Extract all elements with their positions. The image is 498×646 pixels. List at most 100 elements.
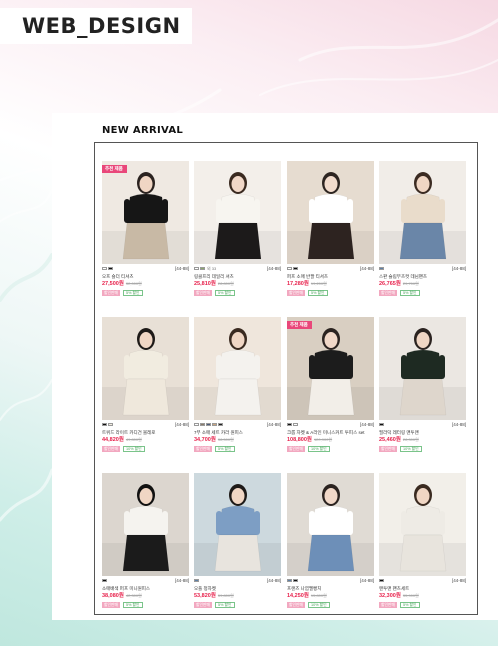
- product-card[interactable]: [44-88] 필라덕 레터링 맨투맨 25,460원 28,300원 할인판매 10% …: [379, 317, 466, 452]
- product-photo[interactable]: 추천 제품: [102, 161, 189, 264]
- sale-price: 53,820원: [194, 593, 216, 599]
- color-swatch[interactable]: [108, 267, 113, 270]
- color-swatch[interactable]: [194, 423, 199, 426]
- product-meta: [44-88]: [287, 577, 374, 586]
- discount-tag: 10% 할인: [399, 446, 422, 452]
- color-swatch[interactable]: [287, 423, 292, 426]
- color-swatch[interactable]: [293, 579, 298, 582]
- sale-price: 34,700원: [194, 437, 216, 443]
- sale-tag: 할인판매: [287, 446, 305, 452]
- color-swatch[interactable]: [200, 423, 205, 426]
- size-range: [44-88]: [451, 422, 466, 427]
- content-panel: NEW ARRIVAL 추천 제품 [44-88] 오프 숄더 티셔츠 27,500원…: [52, 113, 498, 620]
- color-swatches: [379, 267, 384, 270]
- product-image[interactable]: [379, 317, 466, 420]
- recommend-badge: 추천 제품: [287, 321, 312, 329]
- sale-tag: 할인판매: [379, 290, 397, 296]
- product-photo[interactable]: [102, 317, 189, 420]
- product-card[interactable]: [44-88] 트위드 라이트 카디건 볼레로 44,820원 49,800원 할인판매…: [102, 317, 189, 452]
- product-card[interactable]: [44-88] 스판 슬림부츠컷 데님팬츠 26,765원 29,700원 할인판매 5%…: [379, 161, 466, 296]
- discount-tag: 5% 할인: [214, 290, 235, 296]
- product-photo[interactable]: [379, 317, 466, 420]
- product-tags: 할인판매 5% 할인: [194, 602, 281, 608]
- product-tags: 할인판매 5% 할인: [379, 290, 466, 296]
- product-image[interactable]: [379, 473, 466, 576]
- product-image[interactable]: [287, 473, 374, 576]
- product-image[interactable]: [194, 317, 281, 420]
- color-swatch[interactable]: [379, 579, 384, 582]
- color-swatches: [379, 579, 384, 582]
- color-swatch[interactable]: [379, 267, 384, 270]
- product-photo[interactable]: [194, 473, 281, 576]
- color-swatch[interactable]: [287, 267, 292, 270]
- product-image[interactable]: [102, 317, 189, 420]
- product-tags: 할인판매 5% 할인: [102, 290, 189, 296]
- color-swatch[interactable]: [102, 423, 107, 426]
- color-swatch[interactable]: [218, 423, 223, 426]
- color-swatch[interactable]: [200, 267, 205, 270]
- color-swatches: 외 33: [194, 267, 216, 271]
- size-range: [44-88]: [174, 578, 189, 583]
- product-photo[interactable]: [287, 473, 374, 576]
- color-swatches: [102, 579, 107, 582]
- product-image[interactable]: [194, 473, 281, 576]
- product-photo[interactable]: [287, 161, 374, 264]
- product-image[interactable]: [379, 161, 466, 264]
- discount-tag: 5% 할인: [399, 602, 420, 608]
- product-card[interactable]: [44-88] 오플 청자켓 53,820원 59,800원 할인판매 5% 할인: [194, 473, 281, 608]
- sale-tag: 할인판매: [194, 602, 212, 608]
- discount-tag: 10% 할인: [307, 446, 330, 452]
- product-tags: 할인판매 5% 할인: [194, 290, 281, 296]
- product-image[interactable]: [287, 317, 374, 420]
- product-card[interactable]: [44-88] 소매배색 퍼프 미니원피스 38,080원 42,300원 할인판매 5%…: [102, 473, 189, 608]
- product-tags: 할인판매 10% 할인: [102, 446, 189, 452]
- product-photo[interactable]: [379, 161, 466, 264]
- product-card[interactable]: 외 33 [44-88] 링클프리 데일리 셔츠 25,810원 28,800원 할인판매…: [194, 161, 281, 296]
- product-card[interactable]: 추천 제품 [44-88] 크롭 자켓 & A라인 미니스커트 투피스 set 108…: [287, 317, 374, 452]
- product-photo[interactable]: [102, 473, 189, 576]
- product-card[interactable]: 추천 제품 [44-88] 오프 숄더 티셔츠 27,500원 32,000원 할인판매 5…: [102, 161, 189, 296]
- product-tags: 할인판매 5% 할인: [287, 290, 374, 296]
- size-range: [44-88]: [266, 266, 281, 271]
- product-image[interactable]: [287, 161, 374, 264]
- discount-tag: 5% 할인: [399, 290, 420, 296]
- product-tags: 할인판매 5% 할인: [102, 602, 189, 608]
- product-card[interactable]: [44-88] 프랜즈 나염멜빵치 14,250원 15,800원 할인판매 10% 할인: [287, 473, 374, 608]
- color-swatch[interactable]: [108, 423, 113, 426]
- sale-price: 27,500원: [102, 281, 124, 287]
- sale-tag: 할인판매: [194, 446, 212, 452]
- product-photo[interactable]: [194, 317, 281, 420]
- color-swatches: [102, 267, 113, 270]
- product-card[interactable]: [44-88] 맨투맨 팬츠세트 32,300원 35,900원 할인판매 5% 할인: [379, 473, 466, 608]
- color-swatches: [102, 423, 113, 426]
- product-image[interactable]: [102, 473, 189, 576]
- product-meta: [44-88]: [102, 577, 189, 586]
- product-card[interactable]: [44-88] 7부 소매 세트 카라 원피스 34,700원 38,500원 할인판매…: [194, 317, 281, 452]
- color-swatch[interactable]: [287, 579, 292, 582]
- sale-price: 108,800원: [287, 437, 312, 443]
- color-swatch[interactable]: [102, 579, 107, 582]
- discount-tag: 5% 할인: [214, 602, 235, 608]
- color-swatch[interactable]: [102, 267, 107, 270]
- color-swatch[interactable]: [212, 423, 217, 426]
- color-swatch[interactable]: [293, 267, 298, 270]
- color-swatch[interactable]: [293, 423, 298, 426]
- product-image[interactable]: [102, 161, 189, 264]
- product-photo[interactable]: [194, 161, 281, 264]
- product-image[interactable]: [194, 161, 281, 264]
- original-price: 29,700원: [402, 281, 419, 286]
- title-bar: WEB_DESIGN: [0, 8, 192, 44]
- color-swatch[interactable]: [379, 423, 384, 426]
- color-swatch[interactable]: [194, 267, 199, 270]
- product-card[interactable]: [44-88] 퍼프 소매 반팔 티셔츠 17,280원 19,200원 할인판매 5% …: [287, 161, 374, 296]
- product-photo[interactable]: 추천 제품: [287, 317, 374, 420]
- color-swatch[interactable]: [194, 579, 199, 582]
- color-swatch[interactable]: [206, 423, 211, 426]
- product-photo[interactable]: [379, 473, 466, 576]
- sale-price: 14,250원: [287, 593, 309, 599]
- size-range: [44-88]: [174, 266, 189, 271]
- recommend-badge: 추천 제품: [102, 165, 127, 173]
- price-row: 25,810원 28,800원: [194, 280, 281, 288]
- discount-tag: 5% 할인: [214, 446, 235, 452]
- product-tags: 할인판매 10% 할인: [379, 446, 466, 452]
